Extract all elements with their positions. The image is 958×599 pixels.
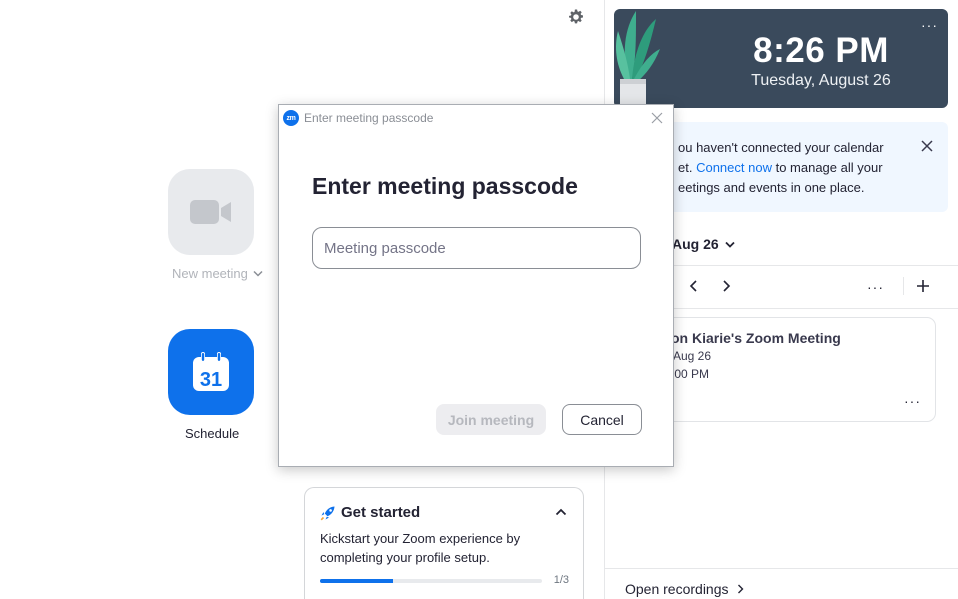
get-started-description: Kickstart your Zoom experience by comple… [320,531,521,565]
add-meeting-button[interactable] [915,278,931,294]
selected-date: Aug 26 [672,236,719,252]
setup-progress-bar [320,579,542,583]
toolbar-separator [903,277,904,295]
date-selector[interactable]: Aug 26 [672,236,735,252]
chevron-up-icon [555,508,567,516]
get-started-card: Get started Kickstart your Zoom experien… [304,487,584,599]
meeting-title: on Kiarie's Zoom Meeting [671,330,841,346]
clock-card: 8:26 PM Tuesday, August 26 ··· [614,9,948,108]
calendar-banner-text: ou haven't connected your calendar et. C… [678,138,908,198]
open-recordings-label: Open recordings [625,581,729,597]
setup-progress-fill [320,579,394,583]
setup-progress-count: 1/3 [553,574,569,586]
passcode-dialog: zm Enter meeting passcode Enter meeting … [278,104,674,467]
new-meeting-button[interactable] [168,169,254,255]
new-meeting-text: New meeting [172,266,248,281]
open-recordings-link[interactable]: Open recordings [625,581,744,597]
zoom-logo-icon: zm [283,110,299,126]
connect-now-link[interactable]: Connect now [696,160,772,175]
next-day-button[interactable] [719,278,733,294]
clock-more-button[interactable]: ··· [921,17,938,33]
close-icon[interactable] [650,111,664,125]
meeting-date: Aug 26 [673,349,712,363]
clock-time: 8:26 PM [753,31,889,70]
banner-line-3: eetings and events in one place. [678,180,865,195]
calendar-day-number: 31 [200,369,222,391]
banner-line-2-start: et. [678,160,697,175]
meeting-time: :00 PM [671,367,710,381]
dialog-heading: Enter meeting passcode [312,173,578,199]
settings-button[interactable] [566,7,586,27]
dialog-window-title: Enter meeting passcode [304,111,434,125]
new-meeting-label[interactable]: New meeting [172,266,263,281]
close-icon[interactable] [920,139,934,153]
clock-date: Tuesday, August 26 [751,72,891,89]
meeting-more-button[interactable]: ··· [904,393,921,409]
calendar-icon: 31 [193,352,229,391]
schedule-label: Schedule [185,426,240,441]
divider [605,568,958,569]
chevron-down-icon [725,241,735,248]
gear-icon [569,9,583,24]
video-camera-icon [190,200,231,224]
rocket-icon [320,506,335,520]
chevron-right-icon [737,584,744,594]
chevron-down-icon [253,270,263,277]
meeting-list-more-button[interactable]: ··· [867,279,884,295]
dialog-titlebar: zm Enter meeting passcode [279,105,673,131]
join-meeting-button[interactable]: Join meeting [436,404,546,435]
collapse-button[interactable] [553,504,569,520]
banner-line-2-end: to manage all your [771,160,883,175]
passcode-input[interactable] [312,227,641,269]
banner-line-1: ou haven't connected your calendar [678,140,884,155]
schedule-button[interactable]: 31 [168,329,254,415]
get-started-title: Get started [341,504,421,521]
cancel-button[interactable]: Cancel [562,404,642,435]
get-started-header: Get started [320,504,420,521]
previous-day-button[interactable] [687,278,701,294]
